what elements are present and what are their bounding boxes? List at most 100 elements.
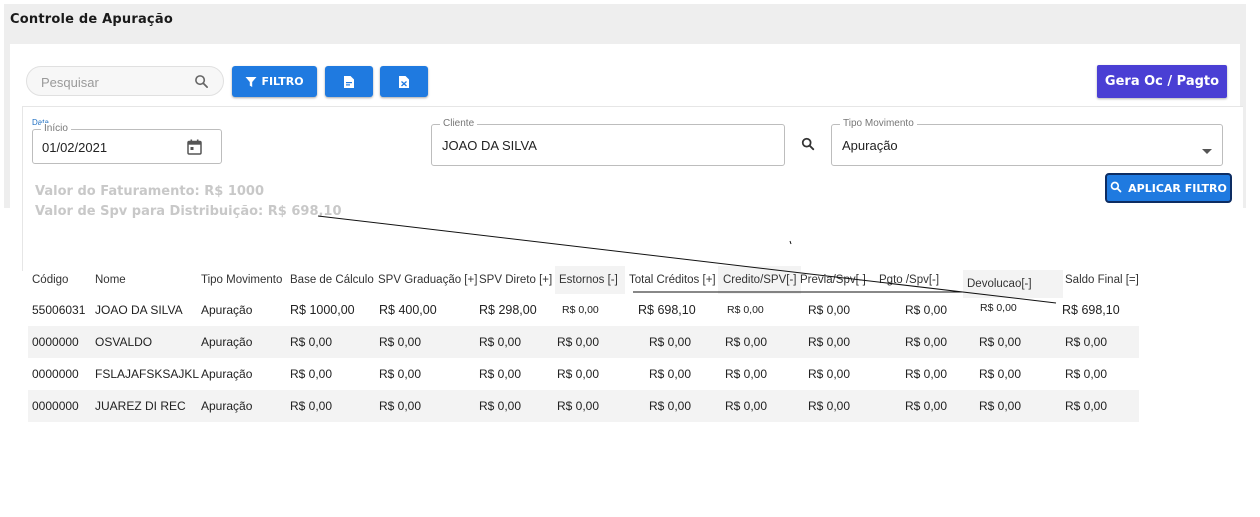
col-header-previa-spv[interactable]: Previa/Spv[-] [800,266,866,294]
apuracao-table: Código Nome Tipo Movimento Base de Cálcu… [28,266,1139,422]
cell-pgto-spv: R$ 0,00 [905,399,948,413]
cell-credito-spv: R$ 0,00 [725,335,768,349]
col-header-nome[interactable]: Nome [95,266,126,294]
cliente-field[interactable]: Cliente JOAO DA SILVA [431,118,785,166]
cliente-search-icon[interactable] [801,137,815,156]
col-header-spv-direto[interactable]: SPV Direto [+] [479,266,552,294]
top-bar: Controle de Apuração [4,4,1246,44]
cell-spv-graduacao: R$ 400,00 [379,303,437,317]
export-excel-button[interactable] [380,66,428,97]
cell-estornos: R$ 0,00 [557,335,600,349]
inicio-date-field[interactable]: Início 01/02/2021 [32,123,222,164]
table-row[interactable]: 55006031 JOAO DA SILVA Apuração R$ 1000,… [28,294,1139,326]
calendar-icon[interactable] [187,139,202,160]
cell-saldo-final: R$ 0,00 [1065,335,1108,349]
cell-devolucao: R$ 0,00 [979,335,1022,349]
cell-spv-direto: R$ 0,00 [479,367,522,381]
cell-saldo-final: R$ 0,00 [1065,367,1108,381]
cell-devolucao: R$ 0,00 [980,302,1017,314]
col-header-saldo-final[interactable]: Saldo Final [=] [1065,266,1139,294]
table-row[interactable]: 0000000 JUAREZ DI REC Apuração R$ 0,00 R… [28,390,1139,422]
cell-total-creditos: R$ 0,00 [649,367,692,381]
cell-estornos: R$ 0,00 [557,399,600,413]
cell-credito-spv: R$ 0,00 [725,367,768,381]
cell-tipo-movimento: Apuração [201,399,253,413]
left-strip [4,44,10,208]
cell-total-creditos: R$ 0,00 [649,335,692,349]
table-row[interactable]: 0000000 OSVALDO Apuração R$ 0,00 R$ 0,00… [28,326,1139,358]
filtro-label: FILTRO [261,75,304,88]
cell-estornos: R$ 0,00 [562,304,599,316]
cell-nome: FSLAJAFSKSAJKL [95,367,200,381]
valor-faturamento: Valor do Faturamento: R$ 1000 [35,184,265,199]
cell-estornos: R$ 0,00 [557,367,600,381]
page-title: Controle de Apuração [10,12,173,27]
cell-pgto-spv: R$ 0,00 [905,367,948,381]
cell-previa-spv: R$ 0,00 [808,335,851,349]
cell-nome: OSVALDO [95,335,153,349]
cell-base-calculo: R$ 1000,00 [290,303,355,317]
cell-tipo-movimento: Apuração [201,367,253,381]
col-header-codigo[interactable]: Código [32,266,68,294]
cliente-label: Cliente [440,118,478,129]
tipo-movimento-value: Apuração [842,138,898,153]
cell-previa-spv: R$ 0,00 [808,367,851,381]
search-input[interactable] [39,73,193,91]
table-header-row: Código Nome Tipo Movimento Base de Cálcu… [28,266,1139,298]
cell-saldo-final: R$ 0,00 [1065,399,1108,413]
search-box[interactable] [26,66,224,96]
inicio-label: Início [41,123,71,134]
export-pdf-button[interactable] [325,66,373,97]
cell-previa-spv: R$ 0,00 [808,399,851,413]
cell-codigo: 0000000 [32,399,79,413]
cell-credito-spv: R$ 0,00 [725,399,768,413]
cell-spv-graduacao: R$ 0,00 [379,367,422,381]
cell-nome: JUAREZ DI REC [95,399,186,413]
cell-saldo-final: R$ 698,10 [1062,303,1120,317]
cell-codigo: 55006031 [32,303,86,317]
valor-spv-distribuicao: Valor de Spv para Distribuição: R$ 698,1… [35,204,342,219]
cell-spv-graduacao: R$ 0,00 [379,335,422,349]
col-header-spv-graduacao[interactable]: SPV Graduação [+] [378,266,477,294]
chevron-down-icon[interactable] [1202,142,1212,160]
cell-base-calculo: R$ 0,00 [290,335,333,349]
pdf-file-icon [344,75,354,88]
col-header-estornos[interactable]: Estornos [-] [555,266,625,294]
cell-base-calculo: R$ 0,00 [290,399,333,413]
search-icon [1110,181,1122,196]
cell-total-creditos: R$ 0,00 [649,399,692,413]
tipo-movimento-label: Tipo Movimento [840,118,917,129]
cell-devolucao: R$ 0,00 [979,399,1022,413]
cell-spv-direto: R$ 0,00 [479,399,522,413]
aplicar-filtro-button[interactable]: APLICAR FILTRO [1105,173,1232,203]
col-header-base-calculo[interactable]: Base de Cálculo [290,266,374,294]
cell-tipo-movimento: Apuração [201,303,253,317]
cell-tipo-movimento: Apuração [201,335,253,349]
tipo-movimento-select[interactable]: Tipo Movimento Apuração [831,118,1223,166]
cell-spv-direto: R$ 298,00 [479,303,537,317]
cliente-value: JOAO DA SILVA [442,138,537,153]
cell-nome: JOAO DA SILVA [95,303,183,317]
cell-credito-spv: R$ 0,00 [727,304,764,316]
cell-base-calculo: R$ 0,00 [290,367,333,381]
excel-file-icon [399,75,409,88]
cell-pgto-spv: R$ 0,00 [905,335,948,349]
cell-spv-direto: R$ 0,00 [479,335,522,349]
cell-previa-spv: R$ 0,00 [808,303,851,317]
col-header-total-creditos[interactable]: Total Créditos [+] [629,266,716,294]
aplicar-filtro-label: APLICAR FILTRO [1128,181,1227,195]
table-row[interactable]: 0000000 FSLAJAFSKSAJKL Apuração R$ 0,00 … [28,358,1139,390]
col-header-credito-spv[interactable]: Credito/SPV[-] [718,266,801,294]
cell-codigo: 0000000 [32,367,79,381]
filter-icon [245,76,257,88]
filtro-button[interactable]: FILTRO [232,66,317,97]
inicio-value: 01/02/2021 [42,140,108,155]
cell-pgto-spv: R$ 0,00 [905,303,948,317]
cell-spv-graduacao: R$ 0,00 [379,399,422,413]
col-header-tipo-movimento[interactable]: Tipo Movimento [201,266,282,294]
cell-codigo: 0000000 [32,335,79,349]
col-header-pgto-spv[interactable]: Pgto /Spv[-] [879,266,939,294]
gera-oc-pagto-button[interactable]: Gera Oc / Pagto [1097,65,1227,98]
search-icon[interactable] [194,74,209,89]
cell-total-creditos: R$ 698,10 [638,303,696,317]
